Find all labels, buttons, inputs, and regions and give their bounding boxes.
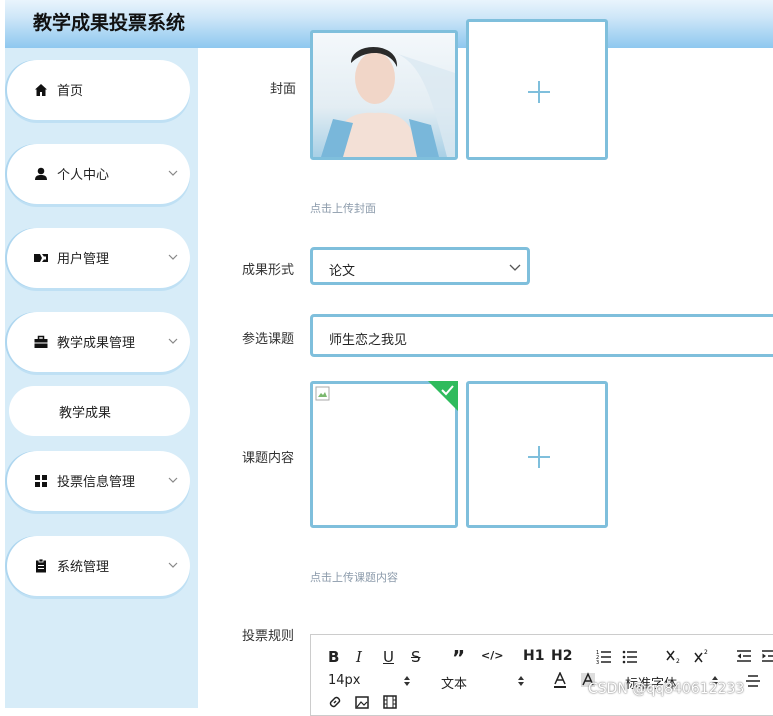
form-type-select[interactable]: 论文 xyxy=(310,247,530,285)
form-type-value: 论文 xyxy=(329,264,356,279)
topic-value: 师生恋之我见 xyxy=(329,333,408,348)
sidebar-item-home[interactable]: 首页 xyxy=(7,60,190,120)
sidebar-item-personal-center[interactable]: 个人中心 xyxy=(7,144,190,204)
chevron-down-icon xyxy=(509,264,521,271)
bold-button[interactable]: B xyxy=(328,648,339,666)
font-color-icon[interactable] xyxy=(552,672,568,688)
sidebar-item-user-management[interactable]: 用户管理 xyxy=(7,228,190,288)
chevron-down-icon xyxy=(168,254,178,260)
header1-button[interactable]: H1 xyxy=(523,648,544,664)
plus-icon xyxy=(528,446,550,468)
briefcase-icon xyxy=(34,335,48,348)
chevron-down-icon xyxy=(168,170,178,176)
font-size-select-arrows-icon xyxy=(404,676,410,686)
cover-photo-illustration xyxy=(321,46,455,157)
bullet-list-icon[interactable] xyxy=(622,648,638,664)
cover-upload-button[interactable] xyxy=(466,19,608,160)
svg-text:2: 2 xyxy=(704,649,708,656)
sidebar-item-label: 用户管理 xyxy=(57,252,110,267)
paragraph-select[interactable]: 文本 xyxy=(441,673,467,692)
sidebar-item-label: 个人中心 xyxy=(57,168,110,183)
app-title: 教学成果投票系统 xyxy=(33,12,186,34)
broken-image-icon xyxy=(315,386,330,401)
sidebar: 首页 个人中心 用户管理 教学成果管理 教学成果 投票信息管理 系统管理 xyxy=(5,48,198,708)
sidebar-item-label: 教学成果管理 xyxy=(57,336,136,351)
link-icon[interactable] xyxy=(328,695,342,709)
indent-icon[interactable] xyxy=(761,648,773,664)
user-icon xyxy=(35,167,47,180)
cover-label: 封面 xyxy=(270,82,297,97)
home-icon xyxy=(35,84,47,96)
code-block-button[interactable]: </> xyxy=(481,649,503,662)
video-icon[interactable] xyxy=(383,695,397,709)
sidebar-subitem-teaching-achievement[interactable]: 教学成果 xyxy=(9,386,190,436)
topic-label: 参选课题 xyxy=(242,332,295,347)
topic-content-label: 课题内容 xyxy=(242,451,295,466)
italic-button[interactable]: I xyxy=(356,648,362,666)
sidebar-item-teaching-achievement-management[interactable]: 教学成果管理 xyxy=(7,312,190,372)
svg-text:2: 2 xyxy=(676,658,680,664)
svg-text:3: 3 xyxy=(596,660,599,664)
topic-content-upload-button[interactable] xyxy=(466,381,608,528)
image-icon[interactable] xyxy=(355,695,369,709)
sidebar-item-system-management[interactable]: 系统管理 xyxy=(7,536,190,596)
plus-icon xyxy=(528,81,550,103)
vote-rules-editor[interactable]: B I U S ” </> H1 H2 1 2 3 2 2 14px 文本 标准… xyxy=(310,634,773,716)
topic-content-upload-hint: 点击上传课题内容 xyxy=(310,571,398,584)
sidebar-item-label: 投票信息管理 xyxy=(57,475,136,490)
topic-content-uploaded-file[interactable] xyxy=(310,381,458,528)
grid-icon xyxy=(35,475,47,487)
align-icon[interactable] xyxy=(745,672,761,688)
chevron-down-icon xyxy=(168,477,178,483)
success-check-icon xyxy=(428,381,458,411)
sidebar-item-label: 首页 xyxy=(57,84,84,99)
subscript-icon[interactable]: 2 xyxy=(666,648,682,664)
outdent-icon[interactable] xyxy=(736,648,752,664)
ordered-list-icon[interactable]: 1 2 3 xyxy=(596,648,612,664)
cover-image-thumbnail[interactable] xyxy=(310,30,458,160)
user-card-icon xyxy=(34,254,48,262)
underline-button[interactable]: U xyxy=(383,648,394,666)
clipboard-icon xyxy=(36,558,46,573)
cover-upload-hint: 点击上传封面 xyxy=(310,202,376,215)
sidebar-item-vote-info-management[interactable]: 投票信息管理 xyxy=(7,451,190,511)
chevron-down-icon xyxy=(168,562,178,568)
sidebar-item-label: 系统管理 xyxy=(57,560,110,575)
blockquote-button[interactable]: ” xyxy=(452,646,465,670)
font-size-select[interactable]: 14px xyxy=(328,673,361,688)
superscript-icon[interactable]: 2 xyxy=(694,648,710,664)
header2-button[interactable]: H2 xyxy=(551,648,572,664)
paragraph-select-arrows-icon xyxy=(518,676,524,686)
chevron-down-icon xyxy=(168,338,178,344)
strike-button[interactable]: S xyxy=(411,648,421,666)
topic-input[interactable]: 师生恋之我见 xyxy=(310,314,773,357)
vote-rules-label: 投票规则 xyxy=(242,629,295,644)
form-type-label: 成果形式 xyxy=(242,263,295,278)
sidebar-subitem-label: 教学成果 xyxy=(59,406,112,421)
watermark: CSDN @qq840612233 xyxy=(588,681,745,697)
